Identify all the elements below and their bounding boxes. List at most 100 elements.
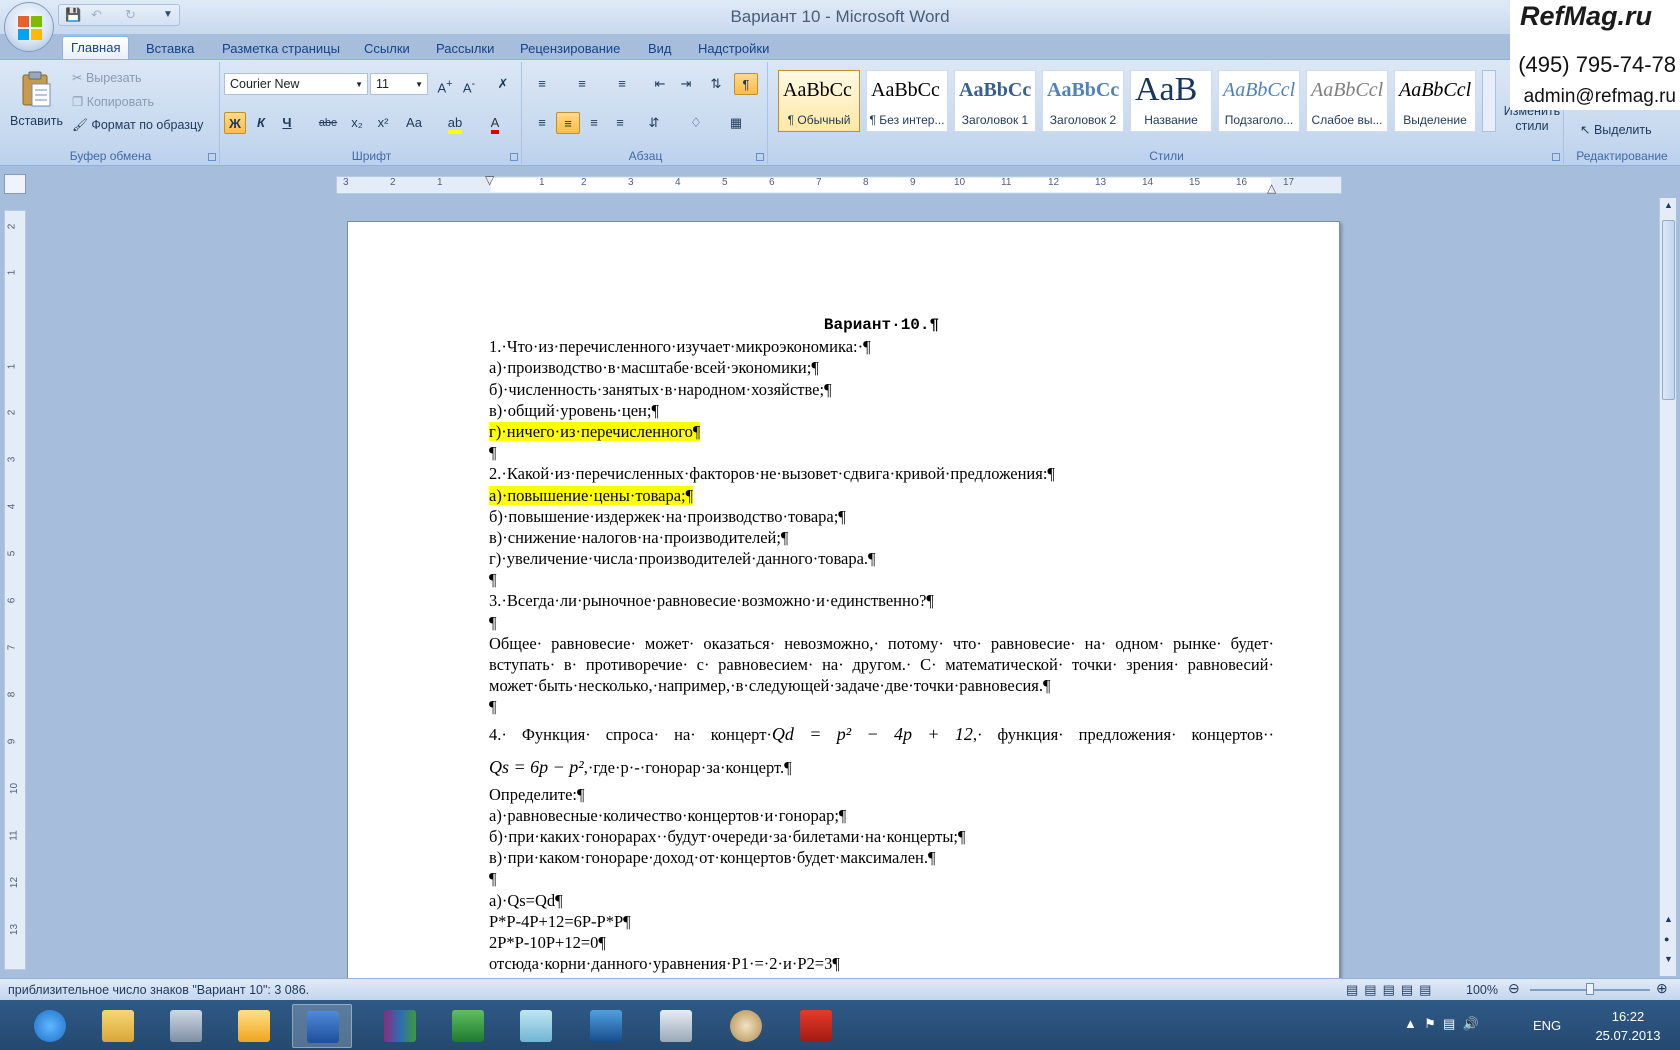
browse-object-icon[interactable]: ● [1664, 934, 1669, 944]
highlight-icon[interactable]: ab [440, 112, 470, 134]
bullets-icon[interactable]: ≡ [530, 73, 554, 95]
font-size-select[interactable]: 11 ▼ [370, 73, 428, 95]
paragraph-launcher-icon[interactable] [756, 153, 764, 161]
strikethrough-button[interactable]: abe [314, 112, 342, 134]
styles-launcher-icon[interactable] [1552, 153, 1560, 161]
taskbar-word[interactable] [292, 1004, 352, 1048]
document-line-text: б)·повышение·издержек·на·производство·то… [489, 506, 846, 526]
tray-icons[interactable]: ▲ ⚑ ▤ 🔊 [1404, 1016, 1479, 1032]
tab-addins[interactable]: Надстройки [690, 38, 777, 60]
select-button[interactable]: ↖ Выделить [1580, 122, 1652, 137]
zoom-slider-thumb[interactable] [1586, 983, 1594, 995]
excel-icon [452, 1010, 484, 1042]
style-normal[interactable]: AaBbCc ¶ Обычный [778, 70, 860, 132]
underline-button[interactable]: Ч [276, 112, 298, 134]
title-bar: 💾 ↶ ↻ ▼ Вариант 10 - Microsoft Word [0, 0, 1680, 34]
tab-home[interactable]: Главная [62, 36, 130, 61]
tab-insert[interactable]: Вставка [138, 38, 202, 60]
zoom-out-icon[interactable]: ⊖ [1508, 980, 1520, 997]
taskbar-excel[interactable] [438, 1004, 498, 1048]
tab-references[interactable]: Ссылки [356, 38, 418, 60]
font-color-icon[interactable]: A [480, 112, 510, 134]
line-spacing-icon[interactable]: ⇵ [642, 112, 666, 134]
copy-button[interactable]: ❐ Копировать [72, 94, 154, 109]
language-indicator[interactable]: ENG [1533, 1018, 1561, 1033]
document-line: отсюда·корни·данного·уравнения·P1·=·2·и·… [489, 953, 1274, 974]
align-left-icon[interactable]: ≡ [530, 112, 554, 134]
taskbar-app-9[interactable] [576, 1004, 636, 1048]
borders-icon[interactable]: ▦ [724, 112, 748, 134]
clear-format-icon[interactable]: ✗ [492, 73, 514, 95]
document-line-text: а)·производство·в·масштабе·всей·экономик… [489, 358, 819, 378]
clipboard-launcher-icon[interactable] [208, 153, 216, 161]
taskbar-outlook[interactable] [224, 1004, 284, 1048]
bold-button[interactable]: Ж [224, 112, 246, 134]
taskbar-ie[interactable] [20, 1004, 80, 1048]
taskbar-app-3[interactable] [156, 1004, 216, 1048]
paint-icon [730, 1010, 762, 1042]
scrollbar-thumb[interactable] [1662, 220, 1675, 400]
styles-group-label: Стили [1149, 149, 1184, 163]
shading-icon[interactable]: ♢ [684, 112, 708, 134]
paste-button[interactable]: Вставить [10, 114, 63, 128]
taskbar-explorer[interactable] [88, 1004, 148, 1048]
paste-icon[interactable] [20, 70, 52, 110]
style-subtle-emphasis[interactable]: AaBbCcl Слабое вы... [1306, 70, 1388, 132]
office-button[interactable] [4, 2, 54, 52]
tab-page-layout[interactable]: Разметка страницы [214, 38, 348, 60]
show-marks-icon[interactable]: ¶ [734, 73, 758, 95]
increase-indent-icon[interactable]: ⇥ [674, 73, 698, 95]
styles-gallery-scroll[interactable] [1482, 70, 1496, 132]
next-page-icon[interactable]: ▼ [1664, 954, 1673, 964]
scroll-up-icon[interactable]: ▲ [1664, 200, 1673, 210]
style-title[interactable]: AaB Название [1130, 70, 1212, 132]
tab-mailings[interactable]: Рассылки [428, 38, 502, 60]
taskbar-winrar[interactable] [370, 1004, 430, 1048]
document-page[interactable]: Вариант·10.¶ 1.·Что·из·перечисленного·из… [347, 221, 1340, 979]
right-indent-icon[interactable]: △ [1267, 181, 1276, 195]
style-emphasis[interactable]: AaBbCcl Выделение [1394, 70, 1476, 132]
font-launcher-icon[interactable] [510, 153, 518, 161]
vertical-scrollbar[interactable]: ▲ ▲ ● ▼ [1659, 198, 1676, 976]
document-line-text: в)·общий·уровень·цен;¶ [489, 400, 659, 420]
justify-icon[interactable]: ≡ [608, 112, 632, 134]
italic-button[interactable]: К [250, 112, 272, 134]
status-bar: приблизительное число знаков "Вариант 10… [0, 978, 1680, 1000]
zoom-level[interactable]: 100% [1466, 983, 1498, 997]
vertical-ruler[interactable]: 2 1 1 2 3 4 5 6 7 8 9 10 11 12 13 [4, 210, 26, 970]
shrink-font-button[interactable]: A- [458, 73, 480, 95]
cut-button[interactable]: ✂ Вырезать [72, 70, 142, 85]
app-icon [170, 1010, 202, 1042]
superscript-button[interactable]: x² [372, 112, 394, 134]
view-buttons[interactable]: ▤▤▤▤▤ [1346, 982, 1437, 998]
clock-time[interactable]: 16:22 [1600, 1009, 1656, 1024]
taskbar-app-8[interactable] [506, 1004, 566, 1048]
tab-selector-icon[interactable] [4, 174, 26, 194]
multilevel-list-icon[interactable]: ≡ [610, 73, 634, 95]
change-case-button[interactable]: Aa [400, 112, 428, 134]
horizontal-ruler[interactable]: 3 2 1 1 2 3 4 5 6 7 8 9 10 11 12 13 14 1… [336, 173, 1342, 195]
numbering-icon[interactable]: ≡ [570, 73, 594, 95]
align-center-icon[interactable]: ≡ [556, 112, 580, 134]
font-name-select[interactable]: Courier New ▼ [224, 73, 368, 95]
style-heading-1[interactable]: AaBbCc Заголовок 1 [954, 70, 1036, 132]
format-painter-button[interactable]: 🖌 Формат по образцу [72, 118, 203, 133]
style-no-spacing[interactable]: AaBbCc ¶ Без интер... [866, 70, 948, 132]
decrease-indent-icon[interactable]: ⇤ [648, 73, 672, 95]
taskbar-calculator[interactable] [646, 1004, 706, 1048]
subscript-button[interactable]: x₂ [346, 112, 368, 134]
style-subtitle[interactable]: AaBbCcl Подзаголо... [1218, 70, 1300, 132]
align-right-icon[interactable]: ≡ [582, 112, 606, 134]
document-body[interactable]: Вариант·10.¶ 1.·Что·из·перечисленного·из… [489, 315, 1274, 974]
grow-font-button[interactable]: A+ [434, 73, 456, 95]
tab-review[interactable]: Рецензирование [512, 38, 628, 60]
taskbar-paint[interactable] [716, 1004, 776, 1048]
previous-page-icon[interactable]: ▲ [1664, 914, 1673, 924]
taskbar-acrobat[interactable] [786, 1004, 846, 1048]
style-heading-2[interactable]: AaBbCc Заголовок 2 [1042, 70, 1124, 132]
clock-date[interactable]: 25.07.2013 [1588, 1028, 1668, 1043]
zoom-in-icon[interactable]: ⊕ [1656, 980, 1668, 997]
sort-icon[interactable]: ⇅ [704, 73, 728, 95]
tab-view[interactable]: Вид [640, 38, 680, 60]
first-line-indent-icon[interactable]: ▽ [485, 173, 494, 187]
